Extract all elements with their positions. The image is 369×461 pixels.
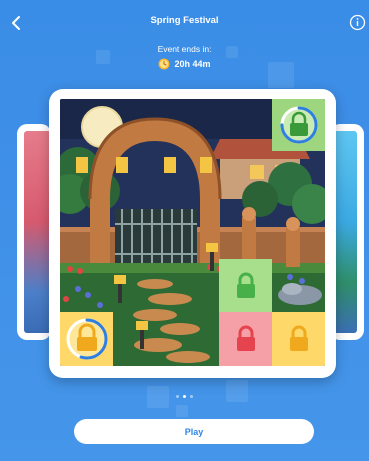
pager-dots (0, 395, 369, 398)
tile-red-locked[interactable] (219, 312, 272, 366)
pager-dot[interactable] (176, 395, 179, 398)
page-title: Spring Festival (150, 15, 219, 26)
previous-puzzle-card[interactable] (17, 124, 51, 340)
background-square (226, 380, 248, 402)
puzzle-card[interactable] (49, 89, 336, 378)
progress-lock-icon (280, 106, 317, 144)
background-square (176, 405, 188, 417)
lock-icon (289, 325, 308, 351)
clock-icon (158, 58, 170, 70)
info-icon (349, 14, 366, 31)
tile-top-right-locked[interactable] (272, 99, 325, 151)
event-ends-label: Event ends in: (157, 44, 212, 54)
pager-dot[interactable] (190, 395, 193, 398)
top-bar: Spring Festival (0, 0, 369, 44)
lock-icon (236, 325, 255, 351)
previous-puzzle-artwork (24, 131, 51, 333)
progress-lock-icon (66, 318, 107, 360)
tile-yellow-locked[interactable] (272, 312, 325, 366)
puzzle-artwork (60, 99, 325, 366)
tile-green-locked[interactable] (219, 259, 272, 312)
info-button[interactable] (349, 14, 366, 31)
lock-icon (236, 272, 255, 298)
tile-bottom-left-locked[interactable] (60, 312, 113, 366)
play-button[interactable]: Play (74, 419, 314, 444)
event-timer: 20h 44m (0, 58, 369, 70)
event-time-left: 20h 44m (174, 59, 211, 69)
pager-dot-active[interactable] (183, 395, 186, 398)
